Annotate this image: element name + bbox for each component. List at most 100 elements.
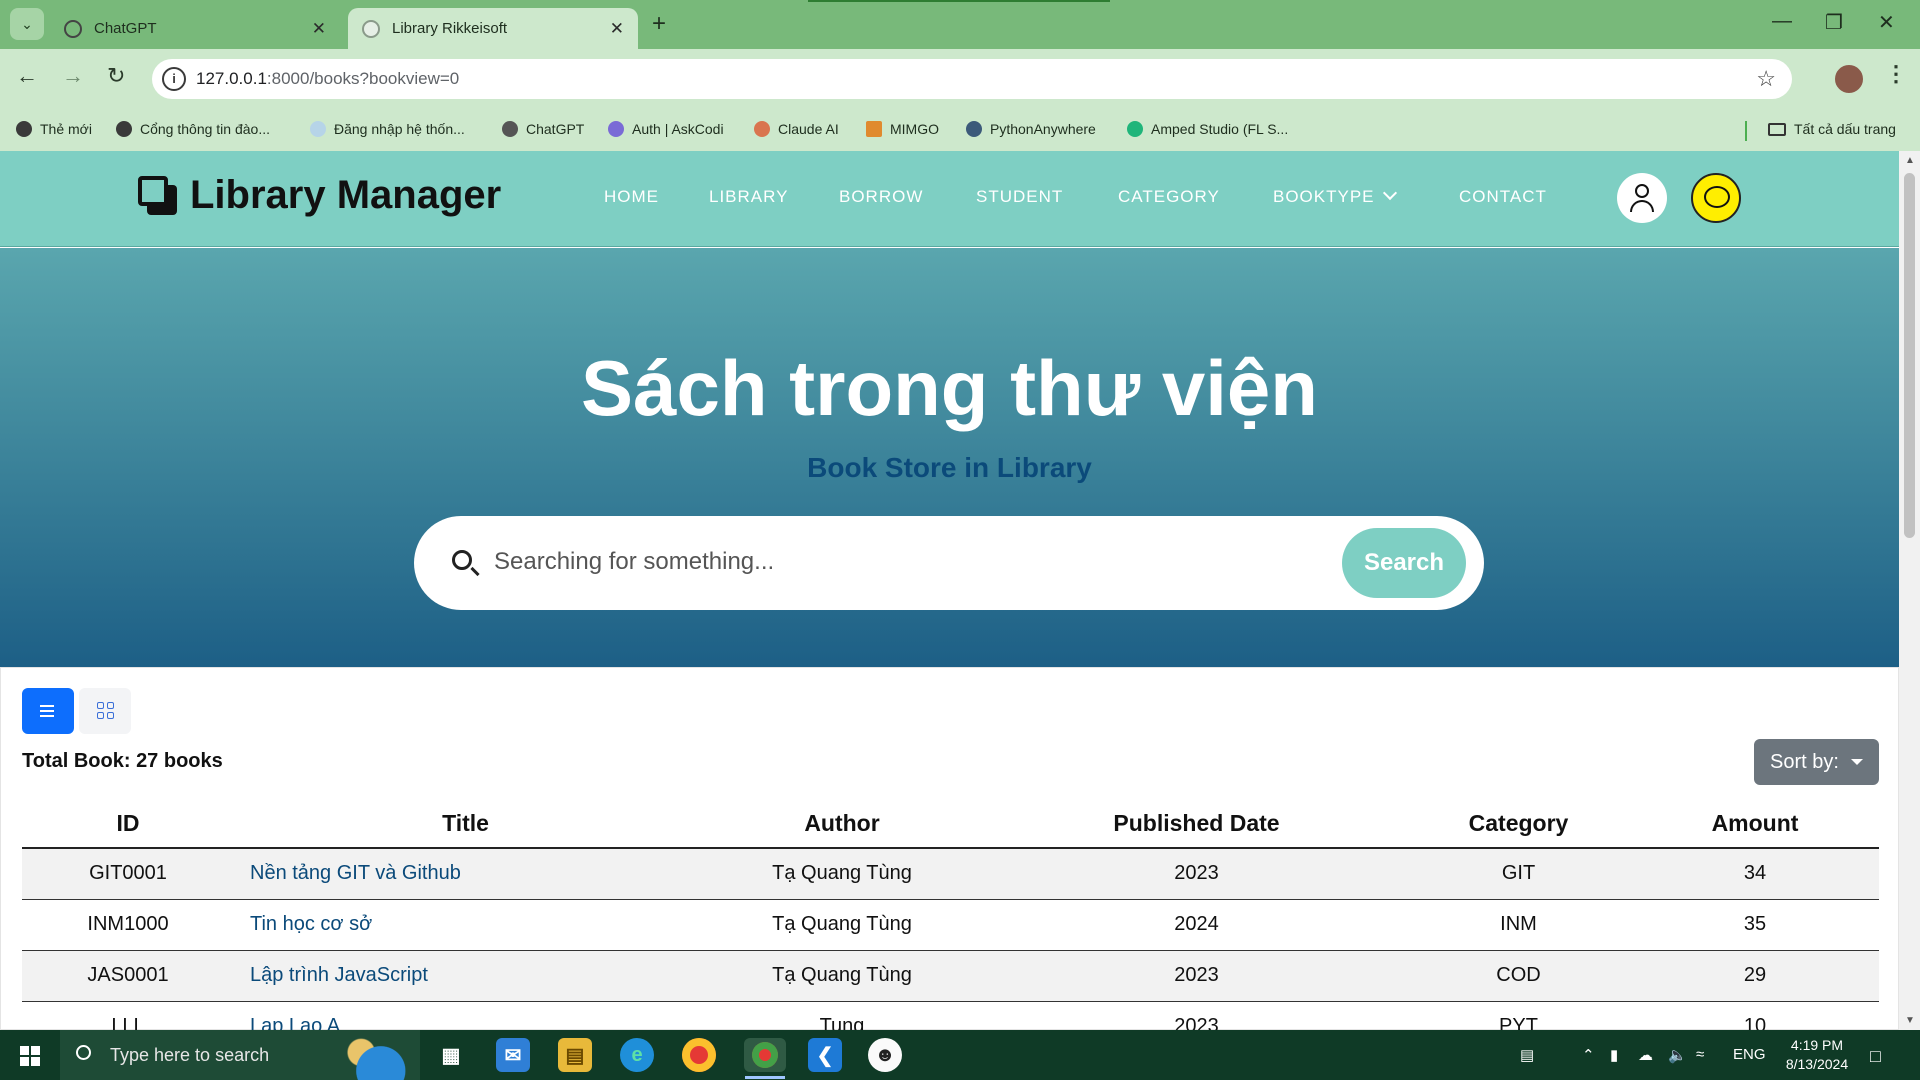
total-books-count: Total Book: 27 books [22,750,223,772]
battery-icon[interactable]: ▮ [1610,1046,1618,1064]
book-title-link[interactable]: Tin học cơ sở [234,899,697,951]
search-icon [452,550,472,570]
bookmarks-bar: Thẻ mới Cổng thông tin đào... Đăng nhập … [0,111,1920,151]
book-published-date: 2024 [987,899,1406,951]
nav-borrow[interactable]: BORROW [839,187,923,207]
library-logo-icon [138,175,178,216]
sort-dropdown[interactable]: Sort by: [1754,739,1879,785]
search-button[interactable]: Search [1342,528,1466,598]
nav-student[interactable]: STUDENT [976,187,1063,207]
nav-category[interactable]: CATEGORY [1118,187,1220,207]
book-title-link[interactable]: Nền tảng GIT và Github [234,848,697,900]
page-scrollbar[interactable]: ▲ ▼ [1899,151,1920,1030]
notifications-icon[interactable]: □ [1870,1046,1881,1067]
taskbar-search-placeholder: Type here to search [110,1045,270,1065]
bookmark-item[interactable]: ChatGPT [502,121,584,137]
column-header-author[interactable]: Author [697,800,987,849]
column-header-id[interactable]: ID [22,800,234,849]
site-info-icon[interactable]: i [162,67,186,91]
tab-close-icon[interactable]: ✕ [312,19,326,39]
brand-logo[interactable]: Library Manager [138,173,501,218]
file-explorer-icon[interactable]: ▤ [558,1038,592,1072]
minimize-icon[interactable]: — [1772,10,1792,33]
chatgpt-icon [502,121,518,137]
bookmark-item[interactable]: MIMGO [866,121,939,137]
scroll-up-arrow-icon[interactable]: ▲ [1905,155,1915,166]
wifi-icon[interactable]: ≈ [1696,1046,1704,1063]
book-published-date: 2023 [987,1001,1406,1030]
task-view-icon[interactable]: ▦ [434,1038,468,1072]
address-url[interactable]: 127.0.0.1:8000/books?bookview=0 [196,69,459,89]
app-avatar-icon[interactable]: ☻ [868,1038,902,1072]
bookmark-label: Auth | AskCodi [632,121,724,137]
all-bookmarks[interactable]: Tất cả dấu trang [1768,121,1896,137]
book-title-link[interactable]: Lập trình JavaScript [234,950,697,1002]
forward-arrow-icon[interactable]: → [62,63,84,89]
tab-title: Library Rikkeisoft [392,20,508,37]
column-header-published-date[interactable]: Published Date [987,800,1406,849]
user-account-button[interactable] [1617,173,1667,223]
news-widget-icon[interactable]: ▤ [1520,1046,1534,1064]
globe-favicon-icon [362,19,380,38]
reload-icon[interactable]: ↻ [107,63,125,89]
list-view-button[interactable] [22,688,74,734]
tab-library-rikkeisoft[interactable]: Library Rikkeisoft ✕ [348,8,638,49]
window-close-icon[interactable]: ✕ [1878,10,1895,35]
book-author: Tạ Quang Tùng [697,950,987,1002]
bookmark-star-icon[interactable]: ☆ [1756,66,1776,92]
nav-library[interactable]: LIBRARY [709,187,788,207]
mail-icon[interactable]: ✉ [496,1038,530,1072]
page-viewport: Library Manager HOME LIBRARY BORROW STUD… [0,151,1899,1030]
chat-button[interactable] [1691,173,1741,223]
book-id: LLL [22,1001,234,1030]
back-arrow-icon[interactable]: ← [16,63,38,89]
grid-view-button[interactable] [79,688,131,734]
tab-chatgpt[interactable]: ChatGPT ✕ [50,8,340,49]
book-title-link[interactable]: Lap Lao A [234,1001,697,1030]
site-navbar: Library Manager HOME LIBRARY BORROW STUD… [0,151,1899,247]
search-input[interactable] [494,542,1344,582]
globe-icon [16,121,32,137]
system-clock[interactable]: 4:19 PM 8/13/2024 [1772,1036,1862,1074]
tray-chevron-up-icon[interactable]: ⌃ [1582,1046,1595,1064]
language-indicator[interactable]: ENG [1733,1046,1766,1063]
edge-browser-icon[interactable]: e [620,1038,654,1072]
bookmark-item[interactable]: Cổng thông tin đào... [116,121,270,137]
vscode-icon[interactable]: ❮ [808,1038,842,1072]
column-header-category[interactable]: Category [1406,800,1631,849]
active-app-indicator [745,1076,785,1079]
new-tab-plus-icon[interactable]: + [652,10,666,38]
clock-time: 4:19 PM [1790,1037,1844,1053]
book-published-date: 2023 [987,848,1406,900]
bookmark-item[interactable]: PythonAnywhere [966,121,1096,137]
chrome-profile-icon[interactable] [744,1038,786,1072]
nav-booktype-label: BOOKTYPE [1273,187,1375,206]
nav-booktype[interactable]: BOOKTYPE [1273,185,1397,207]
bookmark-item[interactable]: Đăng nhập hệ thốn... [310,121,465,137]
book-author: Tạ Quang Tùng [697,899,987,951]
browser-tab-strip: ⌄ ChatGPT ✕ Library Rikkeisoft ✕ + — ❐ ✕ [0,0,1920,49]
bookmark-item[interactable]: Auth | AskCodi [608,121,724,137]
bookmark-item[interactable]: Amped Studio (FL S... [1127,121,1288,137]
bookmark-item[interactable]: Claude AI [754,121,839,137]
nav-contact[interactable]: CONTACT [1459,187,1547,207]
windows-start-icon[interactable] [20,1046,40,1066]
chrome-icon[interactable] [682,1038,716,1072]
column-header-title[interactable]: Title [234,800,697,849]
sort-label: Sort by: [1770,750,1839,773]
browser-menu-icon[interactable]: ⋮ [1885,61,1907,87]
restore-icon[interactable]: ❐ [1825,10,1843,35]
table-header-row: ID Title Author Published Date Category … [22,800,1879,849]
bookmark-item[interactable]: Thẻ mới [16,121,92,137]
column-header-amount[interactable]: Amount [1631,800,1879,849]
tab-search-chevron-icon[interactable]: ⌄ [10,8,44,40]
taskbar-search-box[interactable]: Type here to search [60,1030,420,1080]
scroll-down-arrow-icon[interactable]: ▼ [1905,1015,1915,1026]
tab-close-icon[interactable]: ✕ [610,19,624,39]
onedrive-cloud-icon[interactable]: ☁ [1638,1046,1653,1064]
address-bar[interactable]: i 127.0.0.1:8000/books?bookview=0 ☆ [152,59,1792,99]
profile-avatar[interactable] [1833,63,1865,95]
volume-icon[interactable]: 🔈 [1668,1046,1687,1064]
nav-home[interactable]: HOME [604,187,659,207]
scrollbar-thumb[interactable] [1904,173,1915,538]
